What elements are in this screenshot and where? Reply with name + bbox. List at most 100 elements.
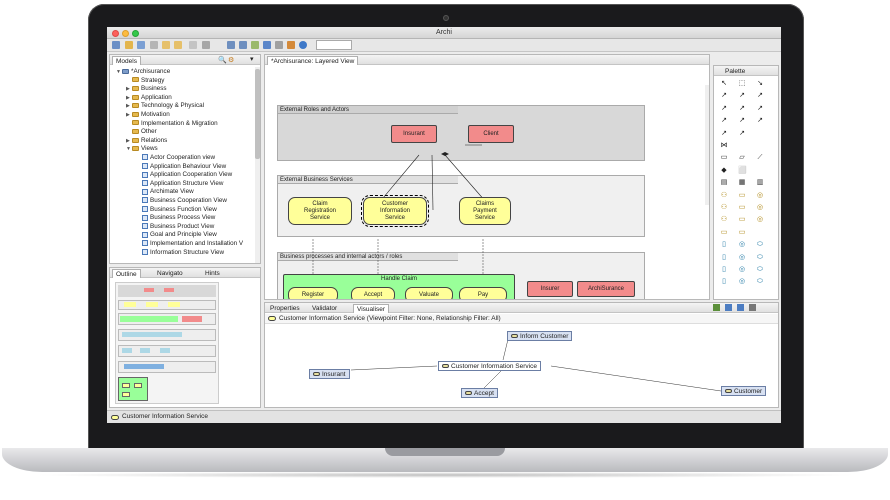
visualiser-node-customer-information-service[interactable]: Customer Information Service: [438, 361, 541, 371]
element-claim-registration-service[interactable]: Claim Registration Service: [288, 197, 352, 225]
tab-navigator[interactable]: Navigato: [154, 269, 186, 278]
tab-hints[interactable]: Hints: [202, 269, 223, 278]
element-pay[interactable]: Pay: [459, 287, 507, 299]
tab-visualiser[interactable]: Visualiser: [353, 304, 390, 313]
palette-tool-icon[interactable]: ▭: [738, 192, 746, 199]
palette-tool-icon[interactable]: ⚇: [720, 216, 728, 223]
tree-item[interactable]: Information Structure View: [136, 248, 224, 257]
visualiser-node-insurant[interactable]: Insurant: [309, 369, 350, 379]
palette-tool-icon[interactable]: ▤: [720, 179, 728, 186]
palette-tool-icon[interactable]: ◎: [756, 216, 764, 223]
zoom-combo[interactable]: [316, 40, 352, 50]
properties-icon[interactable]: [202, 41, 210, 49]
filter-icon[interactable]: ⚙: [228, 56, 234, 64]
element-customer-information-service[interactable]: Customer Information Service: [361, 195, 429, 227]
palette-tool-icon[interactable]: ⬭: [756, 254, 764, 261]
home-icon[interactable]: [725, 304, 732, 311]
align-center-icon[interactable]: [239, 41, 247, 49]
palette-tool-icon[interactable]: ↗: [738, 92, 746, 99]
match-size-icon[interactable]: [251, 41, 259, 49]
palette-tool-icon[interactable]: ↗: [720, 92, 728, 99]
tab-validator[interactable]: Validator: [309, 304, 340, 313]
palette-tool-icon[interactable]: ↗: [720, 117, 728, 124]
palette-tool-icon[interactable]: ⟋: [756, 154, 764, 161]
zoom-in-icon[interactable]: [263, 41, 271, 49]
palette-tool-icon[interactable]: ▥: [756, 179, 764, 186]
tree-scrollbar-thumb[interactable]: [255, 69, 260, 159]
pin-icon[interactable]: [713, 304, 720, 311]
palette-tool-icon[interactable]: ▯: [720, 266, 728, 273]
undo-icon[interactable]: [162, 41, 170, 49]
select-tool-icon[interactable]: ↖: [720, 80, 728, 87]
visualiser-node-inform-customer[interactable]: Inform Customer: [507, 331, 573, 341]
visualiser-node-accept[interactable]: Accept: [461, 388, 498, 398]
palette-tool-icon[interactable]: ◎: [738, 266, 746, 273]
palette-tool-icon[interactable]: ⬭: [756, 278, 764, 285]
delete-icon[interactable]: [189, 41, 197, 49]
element-claims-payment-service[interactable]: Claims Payment Service: [459, 197, 511, 225]
palette-tool-icon[interactable]: ↗: [738, 105, 746, 112]
palette-tool-icon[interactable]: ↗: [720, 105, 728, 112]
tab-properties[interactable]: Properties: [267, 304, 303, 313]
editor-scrollbar[interactable]: [705, 85, 709, 205]
element-client[interactable]: Client: [468, 125, 514, 143]
nav-back-icon[interactable]: [737, 304, 744, 311]
palette-tool-icon[interactable]: ↗: [756, 117, 764, 124]
format-painter-icon[interactable]: [287, 41, 295, 49]
search-icon[interactable]: 🔍: [218, 56, 227, 64]
palette-tool-icon[interactable]: ▭: [738, 204, 746, 211]
palette-tool-icon[interactable]: ⚇: [720, 204, 728, 211]
palette-tool-icon[interactable]: ↗: [738, 130, 746, 137]
outline-thumbnail[interactable]: [115, 282, 219, 404]
tab-layered-view[interactable]: *Archisurance: Layered View: [267, 56, 359, 65]
palette-tool-icon[interactable]: ◆: [720, 167, 728, 174]
menu-icon[interactable]: [749, 304, 756, 311]
palette-tool-icon[interactable]: ▦: [738, 179, 746, 186]
element-valuate[interactable]: Valuate: [405, 287, 453, 299]
palette-tool-icon[interactable]: ↗: [720, 130, 728, 137]
tree-scrollbar[interactable]: [255, 67, 260, 263]
palette-tool-icon[interactable]: ▱: [738, 154, 746, 161]
cut-icon[interactable]: [150, 41, 158, 49]
diagram-view-icon: [142, 197, 148, 204]
palette-tool-icon[interactable]: ▯: [720, 254, 728, 261]
palette-tool-icon[interactable]: ▯: [720, 241, 728, 248]
connection-tool-icon[interactable]: ↘: [756, 80, 764, 87]
palette-tool-icon[interactable]: ↗: [756, 105, 764, 112]
new-model-icon[interactable]: [112, 41, 120, 49]
palette-tool-icon[interactable]: ▭: [720, 229, 728, 236]
palette-tool-icon[interactable]: ⬭: [756, 266, 764, 273]
save-icon[interactable]: [137, 41, 145, 49]
palette-tool-icon[interactable]: ◎: [756, 204, 764, 211]
palette-tool-icon[interactable]: ◎: [738, 278, 746, 285]
tab-outline[interactable]: Outline: [112, 269, 141, 278]
palette-tool-icon[interactable]: ◎: [756, 192, 764, 199]
palette-tool-icon[interactable]: ⋈: [720, 142, 728, 149]
palette-tool-icon[interactable]: ⚇: [720, 192, 728, 199]
palette-tool-icon[interactable]: ▯: [720, 278, 728, 285]
marquee-tool-icon[interactable]: ⬚: [738, 80, 746, 87]
palette-tool-icon[interactable]: ↗: [756, 92, 764, 99]
palette-tool-icon[interactable]: ▭: [720, 154, 728, 161]
palette-tool-icon[interactable]: ▭: [738, 229, 746, 236]
open-model-icon[interactable]: [125, 41, 133, 49]
info-icon[interactable]: [299, 41, 307, 49]
palette-tool-icon[interactable]: ⬭: [756, 241, 764, 248]
diagram-canvas[interactable]: External Roles and Actors External Busin…: [265, 65, 709, 299]
element-insurant[interactable]: Insurant: [391, 125, 437, 143]
palette-tool-icon[interactable]: ◎: [738, 241, 746, 248]
view-menu-icon[interactable]: ▾: [250, 55, 254, 63]
visualiser-node-customer[interactable]: Customer: [721, 386, 767, 396]
element-archisurance[interactable]: ArchiSurance: [577, 281, 635, 297]
element-register[interactable]: Register: [288, 287, 338, 299]
redo-icon[interactable]: [174, 41, 182, 49]
align-left-icon[interactable]: [227, 41, 235, 49]
palette-tool-icon[interactable]: ⬜: [738, 167, 747, 174]
element-insurer[interactable]: Insurer: [527, 281, 573, 297]
palette-tool-icon[interactable]: ◎: [738, 254, 746, 261]
tab-models[interactable]: Models: [112, 56, 141, 65]
lock-icon[interactable]: [275, 41, 283, 49]
palette-tool-icon[interactable]: ↗: [738, 117, 746, 124]
element-accept[interactable]: Accept: [351, 287, 395, 299]
palette-tool-icon[interactable]: ▭: [738, 216, 746, 223]
